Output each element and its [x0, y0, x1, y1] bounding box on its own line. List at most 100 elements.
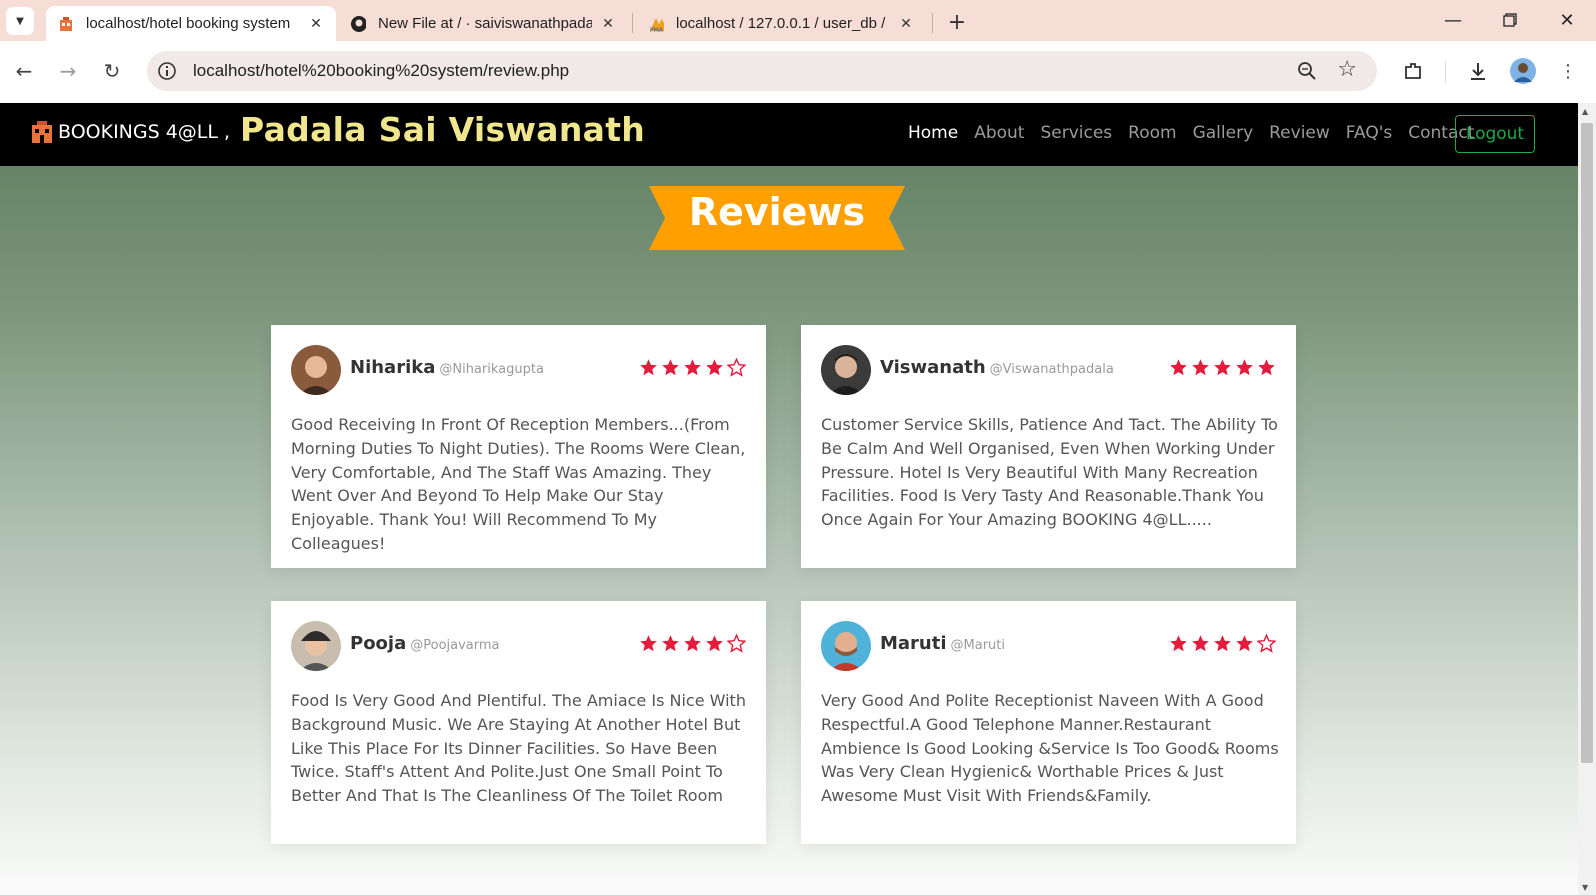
star-rating — [639, 358, 746, 377]
review-card: Maruti @Maruti Very Good And Polite Recep… — [801, 601, 1296, 844]
star-filled-icon — [1192, 359, 1209, 376]
reviewer-handle: @Niharikagupta — [439, 362, 544, 377]
nav-links: Home About Services Room Gallery Review … — [908, 123, 1474, 143]
page-viewport: BOOKINGS 4@LL , Padala Sai Viswanath Hom… — [0, 103, 1578, 895]
back-arrow-icon[interactable]: ← — [11, 58, 37, 84]
avatar — [291, 621, 341, 671]
brand[interactable]: BOOKINGS 4@LL , — [30, 120, 230, 144]
nav-link-services[interactable]: Services — [1040, 123, 1112, 143]
review-text: Good Receiving In Front Of Reception Mem… — [291, 415, 746, 553]
star-rating — [1169, 358, 1276, 377]
close-icon[interactable]: ✕ — [308, 16, 324, 32]
tab-title: localhost/hotel booking system — [86, 15, 291, 32]
reviewer-handle: @Viswanathpadala — [989, 362, 1114, 377]
menu-kebab-icon[interactable]: ⋮ — [1555, 58, 1581, 84]
github-icon — [350, 15, 366, 32]
star-empty-icon — [727, 634, 746, 653]
chevron-down-icon: ▼ — [16, 15, 24, 27]
scroll-down-icon[interactable]: ▼ — [1582, 883, 1588, 892]
reviewer-name: Pooja @Poojavarma — [350, 633, 500, 654]
star-empty-icon — [1257, 634, 1276, 653]
star-filled-icon — [1170, 635, 1187, 652]
star-filled-icon — [662, 635, 679, 652]
close-window-icon[interactable]: ✕ — [1552, 8, 1582, 32]
star-filled-icon — [1236, 359, 1253, 376]
review-card: Niharika @Niharikagupta Good Receiving In… — [271, 325, 766, 568]
bookmark-star-icon[interactable]: ☆ — [1337, 59, 1357, 81]
nav-link-home[interactable]: Home — [908, 123, 958, 143]
reviewer-name: Niharika @Niharikagupta — [350, 357, 544, 378]
toolbar-separator — [1445, 61, 1446, 83]
url-text[interactable]: localhost/hotel%20booking%20system/revie… — [193, 61, 569, 81]
brand-text[interactable]: BOOKINGS 4@LL , — [58, 121, 230, 143]
scroll-up-icon[interactable]: ▲ — [1582, 107, 1588, 116]
tab-separator — [632, 13, 633, 33]
forward-arrow-icon[interactable]: → — [55, 58, 81, 84]
star-filled-icon — [640, 359, 657, 376]
tab-hotel-booking[interactable]: localhost/hotel booking system ✕ — [46, 6, 336, 41]
hotel-favicon-icon — [58, 16, 74, 32]
tab-search-menu-button[interactable]: ▼ — [6, 7, 34, 35]
star-filled-icon — [684, 359, 701, 376]
review-text: Customer Service Skills, Patience And Ta… — [821, 415, 1278, 530]
address-bar[interactable]: localhost/hotel%20booking%20system/revie… — [147, 51, 1377, 91]
reviewer-handle: @Maruti — [950, 638, 1006, 653]
review-text: Very Good And Polite Receptionist Naveen… — [821, 691, 1279, 806]
avatar — [821, 345, 871, 395]
star-filled-icon — [1214, 635, 1231, 652]
star-filled-icon — [1236, 635, 1253, 652]
star-rating — [639, 634, 746, 653]
tab-title: New File at / · saiviswanathpadala — [378, 15, 592, 32]
star-filled-icon — [1170, 359, 1187, 376]
close-icon[interactable]: ✕ — [600, 16, 616, 32]
zoom-icon[interactable] — [1297, 61, 1317, 85]
hotel-logo-icon — [32, 121, 52, 143]
close-icon[interactable]: ✕ — [898, 16, 914, 32]
reload-icon[interactable]: ↻ — [99, 58, 125, 84]
profile-avatar-icon[interactable] — [1510, 58, 1536, 84]
extensions-icon[interactable] — [1400, 58, 1426, 84]
browser-tab-strip: ▼ localhost/hotel booking system ✕ New F… — [0, 0, 1596, 41]
avatar — [821, 621, 871, 671]
scrollbar[interactable]: ▲ ▼ — [1578, 103, 1596, 895]
nav-link-gallery[interactable]: Gallery — [1193, 123, 1254, 143]
tab-phpmyadmin[interactable]: PMA localhost / 127.0.0.1 / user_db / ✕ — [636, 6, 926, 41]
logout-button[interactable]: Logout — [1455, 115, 1535, 153]
new-tab-button[interactable]: + — [944, 9, 970, 35]
avatar — [291, 345, 341, 395]
star-filled-icon — [1214, 359, 1231, 376]
review-card: Pooja @Poojavarma Food Is Very Good And P… — [271, 601, 766, 844]
star-filled-icon — [706, 359, 723, 376]
section-title: Reviews — [688, 190, 866, 234]
download-icon[interactable] — [1465, 58, 1491, 84]
tab-title: localhost / 127.0.0.1 / user_db / — [676, 15, 886, 32]
phpmyadmin-icon: PMA — [648, 16, 664, 33]
star-filled-icon — [1192, 635, 1209, 652]
svg-text:PMA: PMA — [650, 27, 664, 33]
tab-github-new-file[interactable]: New File at / · saiviswanathpadala ✕ — [338, 6, 628, 41]
star-filled-icon — [640, 635, 657, 652]
browser-toolbar: ← → ↻ localhost/hotel%20booking%20system… — [0, 41, 1596, 103]
star-rating — [1169, 634, 1276, 653]
reviewer-handle: @Poojavarma — [410, 638, 500, 653]
site-navbar: BOOKINGS 4@LL , Padala Sai Viswanath Hom… — [0, 103, 1578, 166]
star-filled-icon — [706, 635, 723, 652]
nav-link-about[interactable]: About — [974, 123, 1024, 143]
nav-link-faqs[interactable]: FAQ's — [1346, 123, 1392, 143]
review-card: Viswanath @Viswanathpadala Customer Servi… — [801, 325, 1296, 568]
reviewer-name: Viswanath @Viswanathpadala — [880, 357, 1114, 378]
star-filled-icon — [1258, 359, 1275, 376]
star-filled-icon — [662, 359, 679, 376]
reviewer-name: Maruti @Maruti — [880, 633, 1006, 654]
star-empty-icon — [727, 358, 746, 377]
site-info-icon[interactable] — [157, 61, 177, 85]
star-filled-icon — [684, 635, 701, 652]
restore-icon[interactable] — [1495, 8, 1525, 32]
nav-link-room[interactable]: Room — [1128, 123, 1176, 143]
scrollbar-thumb[interactable] — [1581, 123, 1593, 763]
tab-separator — [932, 13, 933, 33]
username: Padala Sai Viswanath — [240, 110, 646, 149]
minimize-icon[interactable]: — — [1438, 8, 1468, 32]
review-text: Food Is Very Good And Plentiful. The Ami… — [291, 691, 746, 806]
nav-link-review[interactable]: Review — [1269, 123, 1330, 143]
